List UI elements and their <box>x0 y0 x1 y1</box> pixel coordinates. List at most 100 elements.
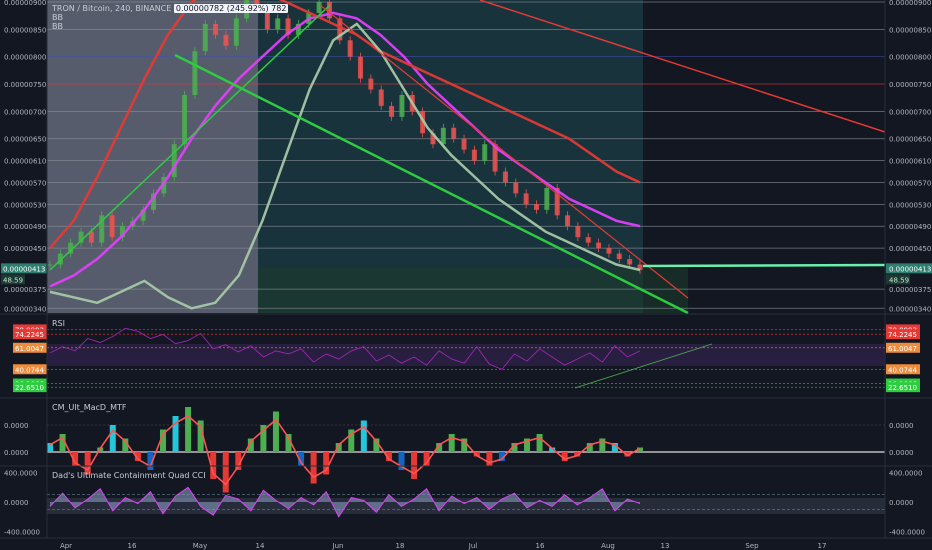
cci-y-tick-right: 400.0000 <box>889 470 922 478</box>
cci-y-tick-left: 0.0000 <box>4 499 29 507</box>
cci-y-tick-right: 0.0000 <box>889 499 914 507</box>
y-tick-label-right: 0.00000490 <box>889 223 931 231</box>
rsi-level-label-left: 74.2245 <box>15 331 44 339</box>
candle-body <box>523 193 529 205</box>
rsi-band <box>47 344 885 366</box>
rsi-level-label-left: 22.6510 <box>15 384 44 392</box>
x-tick-label: 16 <box>536 542 545 550</box>
macd-histogram-bar <box>185 407 192 452</box>
candle-body <box>616 253 622 260</box>
candle-body <box>451 127 457 139</box>
chart-canvas[interactable]: 0.00000900 0.00000900 0.00000850 0.00000850… <box>0 0 932 550</box>
y-tick-label-left: 0.00000530 <box>4 201 46 209</box>
y-tick-label-left: 0.00000850 <box>4 26 46 34</box>
current-price-label-right: 0.00000413 <box>889 265 931 273</box>
y-tick-label-right: 0.00000375 <box>889 286 931 294</box>
y-tick-label-right: 0.00000700 <box>889 108 931 116</box>
y-tick-label-left: 0.00000900 <box>4 0 46 7</box>
candle-body <box>596 242 602 249</box>
candle-body <box>627 259 633 265</box>
y-tick-label-left: 0.00000650 <box>4 136 46 144</box>
x-tick-label: May <box>193 542 207 550</box>
candle-body <box>544 187 550 210</box>
x-tick-label: Sep <box>745 542 759 550</box>
candle-body <box>399 94 405 117</box>
y-tick-label-left: 0.00000375 <box>4 286 46 294</box>
x-tick-label: 16 <box>128 542 137 550</box>
y-tick-label-right: 0.00000800 <box>889 54 931 62</box>
macd-y-tick-right: 0.0000 <box>889 449 914 457</box>
y-tick-label-left: 0.00000570 <box>4 179 46 187</box>
candle-body <box>482 144 488 161</box>
secondary-label-right: 48.59 <box>889 276 909 284</box>
macd-histogram-bar <box>310 452 317 484</box>
candle-body <box>358 56 364 79</box>
macd-y-tick-left: 0.0000 <box>4 422 29 430</box>
macd-histogram-bar <box>222 452 229 493</box>
x-tick-label: Aug <box>601 542 615 550</box>
y-tick-label-right: 0.00000450 <box>889 245 931 253</box>
cci-y-tick-left: 400.0000 <box>4 470 37 478</box>
candle-body <box>47 264 53 266</box>
y-tick-label-left: 0.00000750 <box>4 81 46 89</box>
y-tick-label-right: 0.00000650 <box>889 136 931 144</box>
y-tick-label-right: 0.00000340 <box>889 305 931 313</box>
indicator-label-bb[interactable]: BB <box>52 22 288 31</box>
candle-body <box>513 182 519 194</box>
current-price-line <box>642 263 886 268</box>
candle-body <box>368 78 374 90</box>
rsi-level-label-right: 74.2245 <box>888 331 917 339</box>
x-tick-label: Jun <box>332 542 344 550</box>
x-tick-label: 18 <box>396 542 405 550</box>
candle-body <box>223 34 229 46</box>
candle-body <box>565 215 571 227</box>
quote-value: 0.00000782 (245.92%) 782 <box>173 4 289 13</box>
candle-body <box>575 226 581 238</box>
projection-shade-lower <box>258 268 688 313</box>
rsi-title[interactable]: RSI <box>52 319 65 328</box>
candle-body <box>347 40 353 57</box>
rsi-level-label-left: 40.0744 <box>15 366 44 374</box>
secondary-label-left: 48.59 <box>3 276 23 284</box>
y-tick-label-left: 0.00000490 <box>4 223 46 231</box>
symbol-title[interactable]: TRON / Bitcoin, 240, BINANCE <box>52 4 171 13</box>
y-tick-label-right: 0.00000850 <box>889 26 931 34</box>
x-tick-label: Jul <box>468 542 478 550</box>
y-tick-label-left: 0.00000800 <box>4 54 46 62</box>
macd-title[interactable]: CM_Ult_MacD_MTF <box>52 403 126 412</box>
x-tick-label: Apr <box>60 542 72 550</box>
y-tick-label-right: 0.00000900 <box>889 0 931 7</box>
macd-y-tick-left: 0.0000 <box>4 449 29 457</box>
cci-title[interactable]: Dad's Ultimate Containment Quad CCI <box>52 471 206 480</box>
y-tick-label-right: 0.00000610 <box>889 158 931 166</box>
candle-body <box>316 2 322 13</box>
x-tick-label: 13 <box>661 542 670 550</box>
macd-histogram-bar <box>272 411 279 452</box>
rsi-level-label-right: 22.6510 <box>888 384 917 392</box>
candle-body <box>585 237 591 243</box>
current-price-label-left: 0.00000413 <box>3 265 45 273</box>
candle-body <box>533 204 539 210</box>
candle-body <box>502 171 508 183</box>
macd-histogram-bar <box>360 420 367 452</box>
candle-body <box>192 51 198 95</box>
candle-body <box>461 138 467 150</box>
rsi-level-label-right: 40.0744 <box>888 366 917 374</box>
y-tick-label-left: 0.00000450 <box>4 245 46 253</box>
y-tick-label-right: 0.00000750 <box>889 81 931 89</box>
y-tick-label-left: 0.00000700 <box>4 108 46 116</box>
chart-legend: TRON / Bitcoin, 240, BINANCE 0.00000782 … <box>52 4 289 31</box>
candle-body <box>326 2 332 19</box>
indicator-label-bb[interactable]: BB <box>52 13 288 22</box>
candle-body <box>389 105 395 117</box>
macd-histogram-bar <box>536 434 543 452</box>
y-tick-label-left: 0.00000340 <box>4 305 46 313</box>
rsi-level-label-right: 61.0047 <box>888 345 917 353</box>
macd-histogram-bar <box>448 434 455 452</box>
candle-body <box>606 248 612 254</box>
cci-y-tick-left: -400.0000 <box>4 528 40 536</box>
x-tick-label: 17 <box>818 542 827 550</box>
y-tick-label-right: 0.00000570 <box>889 179 931 187</box>
projection-shade <box>258 0 643 313</box>
cci-y-tick-right: -400.0000 <box>889 528 925 536</box>
